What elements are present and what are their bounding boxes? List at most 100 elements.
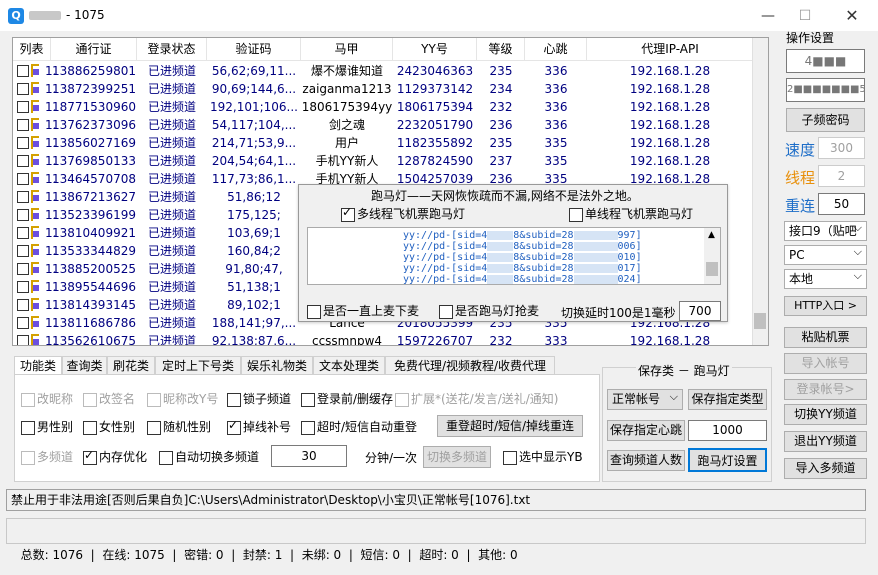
show-yb-checkbox[interactable]: 选中显示YB xyxy=(503,450,583,465)
delete-cache-checkbox[interactable]: 登录前/删缓存 xyxy=(301,392,393,407)
header-heartbeat[interactable]: 心跳 xyxy=(525,38,587,61)
expand-checkbox[interactable]: 扩展*(送花/发言/送礼/通知) xyxy=(395,392,559,407)
table-row[interactable]: 1...13769850133已进频道204,54;64,1...手机YY新人1… xyxy=(13,152,753,170)
tab-query[interactable]: 查询类 xyxy=(62,356,107,375)
row-checkbox[interactable] xyxy=(17,263,29,275)
row-checkbox[interactable] xyxy=(17,281,29,293)
subchannel-password-button[interactable]: 子频密码 xyxy=(786,108,865,132)
marquee-link[interactable]: yy://pd-[sid=4 8&subid=28 006] xyxy=(403,241,642,252)
import-account-button[interactable]: 导入帐号 xyxy=(784,353,867,374)
save-type-button[interactable]: 保存指定类型 xyxy=(688,389,767,410)
platform-select[interactable]: PC xyxy=(784,243,867,265)
single-thread-checkbox[interactable]: 单线程飞机票跑马灯 xyxy=(569,207,693,222)
male-checkbox[interactable]: 男性别 xyxy=(21,420,73,435)
auto-switch-checkbox[interactable]: 自动切换多频道 xyxy=(159,450,259,465)
tab-text[interactable]: 文本处理类 xyxy=(313,356,385,375)
tab-flowers[interactable]: 刷花类 xyxy=(107,356,155,375)
row-checkbox[interactable] xyxy=(17,209,29,221)
import-multi-channel-button[interactable]: 导入多频道 xyxy=(784,458,867,479)
row-checkbox[interactable] xyxy=(17,317,29,329)
always-mic-checkbox[interactable]: 是否一直上麦下麦 xyxy=(307,304,419,319)
http-entry-button[interactable]: HTTP入口 > xyxy=(784,296,867,316)
row-checkbox[interactable] xyxy=(17,245,29,257)
random-gender-checkbox[interactable]: 随机性别 xyxy=(147,420,211,435)
memory-optimize-checkbox[interactable]: 内存优化 xyxy=(83,448,147,465)
table-row[interactable]: 1...13872399251已进频道90,69;144,6...zaiganm… xyxy=(13,80,753,98)
header-nick[interactable]: 马甲 xyxy=(301,38,393,61)
drop-relogin-checkbox[interactable]: 掉线补号 xyxy=(227,418,291,435)
marquee-settings-button[interactable]: 跑马灯设置 xyxy=(688,448,767,472)
minutes-input[interactable]: 30 xyxy=(271,445,347,467)
marquee-link[interactable]: yy://pd-[sid=4 8&subid=28 010] xyxy=(403,252,642,263)
login-account-button[interactable]: 登录帐号> xyxy=(784,379,867,400)
threads-input[interactable]: 2 xyxy=(818,165,865,187)
row-checkbox[interactable] xyxy=(17,83,29,95)
header-proxy[interactable]: 代理IP-API xyxy=(587,38,753,61)
account-field-1[interactable]: 4■■■ xyxy=(786,49,865,73)
reconnect-input[interactable]: 50 xyxy=(818,193,865,215)
close-icon[interactable]: ✕ xyxy=(842,6,862,26)
table-row[interactable]: 1...18771530960已进频道192,101;106...1806175… xyxy=(13,98,753,116)
minimize-icon[interactable]: — xyxy=(758,6,778,26)
scroll-thumb[interactable] xyxy=(754,313,766,329)
row-checkbox[interactable] xyxy=(17,65,29,77)
scroll-up-icon[interactable]: ▲ xyxy=(708,230,715,240)
popup-scroll-thumb[interactable] xyxy=(706,262,718,276)
multi-thread-checkbox[interactable]: 多线程飞机票跑马灯 xyxy=(341,205,465,222)
row-checkbox[interactable] xyxy=(17,101,29,113)
reset-relogin-button[interactable]: 重登超时/短信/掉线重连 xyxy=(437,415,583,437)
row-checkbox[interactable] xyxy=(17,191,29,203)
tab-scheduled[interactable]: 定时上下号类 xyxy=(155,356,241,375)
row-checkbox[interactable] xyxy=(17,335,29,345)
row-checkbox[interactable] xyxy=(17,155,29,167)
delay-input[interactable]: 700 xyxy=(679,301,721,321)
switch-multi-channel-button[interactable]: 切换多频道 xyxy=(423,446,491,468)
table-scrollbar[interactable] xyxy=(752,38,768,345)
tab-proxy[interactable]: 免费代理/视频教程/收费代理 xyxy=(385,356,555,375)
port-select[interactable]: 接口9（贴吧 xyxy=(784,219,867,241)
table-row[interactable]: 1...13856027169已进频道214,71;53,9...用户11823… xyxy=(13,134,753,152)
nick-yy-checkbox[interactable]: 昵称改Y号 xyxy=(147,392,218,407)
row-checkbox[interactable] xyxy=(17,137,29,149)
header-yy[interactable]: YY号 xyxy=(393,38,477,61)
tab-gifts[interactable]: 娱乐礼物类 xyxy=(241,356,313,375)
row-checkbox[interactable] xyxy=(17,119,29,131)
row-checkbox[interactable] xyxy=(17,299,29,311)
grab-mic-checkbox[interactable]: 是否跑马灯抢麦 xyxy=(439,304,539,319)
tab-function[interactable]: 功能类 xyxy=(14,356,62,376)
female-checkbox[interactable]: 女性别 xyxy=(83,420,135,435)
marquee-link-list[interactable]: yy://pd-[sid=4 8&subid=28 997] yy://pd-[sid… xyxy=(307,227,721,285)
marquee-link[interactable]: yy://pd-[sid=4 8&subid=28 024] xyxy=(403,274,642,284)
marquee-link[interactable]: yy://pd-[sid=4 8&subid=28 017] xyxy=(403,263,642,274)
multi-channel-checkbox[interactable]: 多频道 xyxy=(21,450,73,465)
rename-sign-checkbox[interactable]: 改签名 xyxy=(83,392,135,407)
table-row[interactable]: 1...13562610675已进频道92,138;87,6...ccssmnp… xyxy=(13,332,753,345)
locale-select[interactable]: 本地 xyxy=(784,267,867,289)
header-status[interactable]: 登录状态 xyxy=(137,38,207,61)
table-row[interactable]: 1...13762373096已进频道54,117;104,...剑之魂2232… xyxy=(13,116,753,134)
paste-ticket-button[interactable]: 粘贴机票 xyxy=(784,327,867,348)
row-checkbox[interactable] xyxy=(17,227,29,239)
cell-level: 232 xyxy=(489,100,513,114)
cell-status: 已进频道 xyxy=(147,190,196,204)
header-captcha[interactable]: 验证码 xyxy=(207,38,301,61)
heartbeat-input[interactable]: 1000 xyxy=(688,420,767,441)
marquee-link[interactable]: yy://pd-[sid=4 8&subid=28 997] xyxy=(403,230,642,241)
exit-yy-channel-button[interactable]: 退出YY频道 xyxy=(784,431,867,452)
rename-nick-checkbox[interactable]: 改昵称 xyxy=(21,392,73,407)
lock-channel-checkbox[interactable]: 锁子频道 xyxy=(227,392,291,407)
switch-yy-channel-button[interactable]: 切换YY频道 xyxy=(784,404,867,425)
timeout-reconnect-checkbox[interactable]: 超时/短信自动重登 xyxy=(301,420,417,435)
query-channel-count-button[interactable]: 查询频道人数 xyxy=(607,450,685,471)
row-checkbox[interactable] xyxy=(17,173,29,185)
header-list[interactable]: 列表 xyxy=(13,38,51,61)
save-heartbeat-button[interactable]: 保存指定心跳 xyxy=(607,420,685,441)
popup-list-scrollbar[interactable]: ▲ xyxy=(704,228,720,284)
user-lock-icon xyxy=(31,316,39,329)
speed-input[interactable]: 300 xyxy=(818,137,865,159)
table-row[interactable]: 1...13886259801已进频道56,62;69,11...爆不爆谁知道2… xyxy=(13,62,753,80)
header-account[interactable]: 通行证 xyxy=(51,38,137,61)
account-type-select[interactable]: 正常帐号 xyxy=(607,387,683,410)
header-level[interactable]: 等级 xyxy=(477,38,525,61)
account-field-2[interactable]: 2■■■■■■■5 xyxy=(786,78,866,102)
